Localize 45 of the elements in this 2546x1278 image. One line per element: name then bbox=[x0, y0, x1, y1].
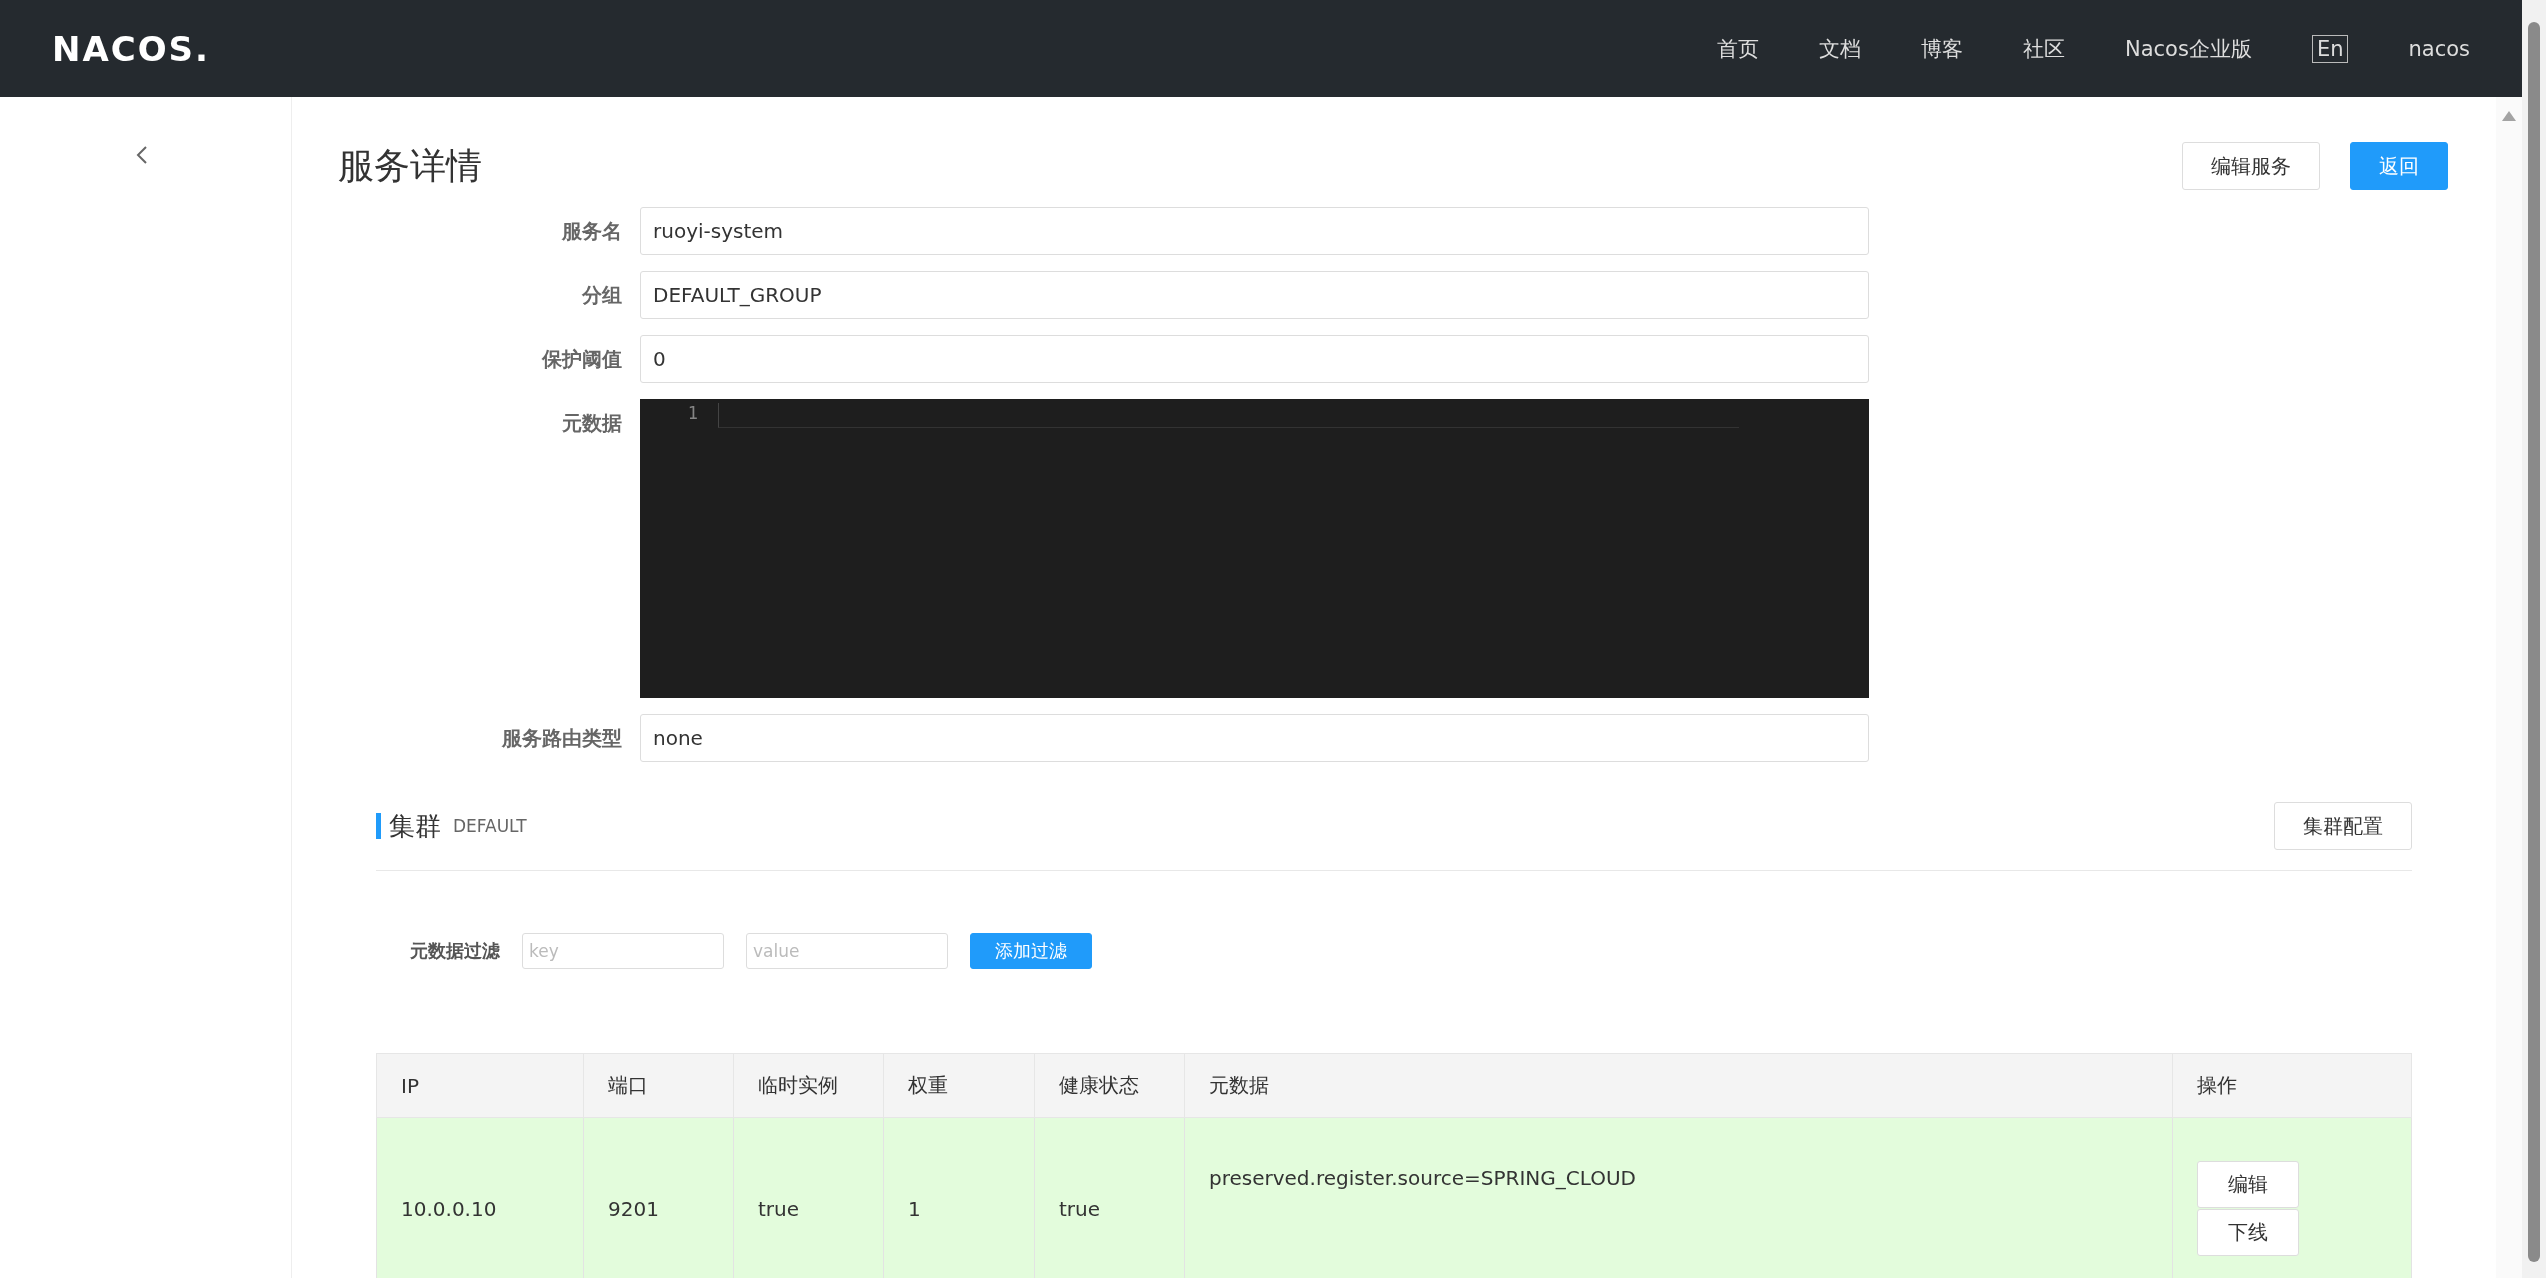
column-header: 端口 bbox=[583, 1053, 734, 1118]
language-button[interactable]: En bbox=[2311, 34, 2349, 63]
section-title: 集群 bbox=[376, 813, 441, 839]
cluster-config-button[interactable]: 集群配置 bbox=[2274, 802, 2412, 850]
scroll-up-arrow-icon[interactable] bbox=[2502, 111, 2516, 121]
collapse-chevron-icon[interactable] bbox=[136, 145, 148, 165]
column-header: 元数据 bbox=[1184, 1053, 2173, 1118]
column-header: 健康状态 bbox=[1034, 1053, 1185, 1118]
nav-link[interactable]: Nacos企业版 bbox=[2125, 34, 2252, 63]
table-cell: 9201 bbox=[583, 1117, 734, 1278]
column-header: 临时实例 bbox=[733, 1053, 884, 1118]
table-cell: true bbox=[1034, 1117, 1185, 1278]
input-field[interactable]: ruoyi-system bbox=[640, 207, 1869, 255]
page-title: 服务详情 bbox=[338, 143, 482, 188]
table-cell: 10.0.0.10 bbox=[376, 1117, 584, 1278]
field-label: 分组 bbox=[581, 282, 622, 309]
input-field[interactable]: DEFAULT_GROUP bbox=[640, 271, 1869, 319]
edit-button[interactable]: 编辑 bbox=[2197, 1161, 2299, 1208]
table-cell: true bbox=[733, 1117, 884, 1278]
scrollbar-thumb[interactable] bbox=[2528, 22, 2540, 1262]
input-field[interactable]: none bbox=[640, 714, 1869, 762]
nav-link[interactable]: 文档 bbox=[1819, 34, 1861, 63]
code-editor[interactable]: 1 bbox=[640, 399, 1869, 698]
cluster-name: DEFAULT bbox=[453, 816, 527, 836]
edit-service-button[interactable]: 编辑服务 bbox=[2182, 142, 2320, 190]
nav-link[interactable]: 社区 bbox=[2023, 34, 2065, 63]
input-field[interactable]: 0 bbox=[640, 335, 1869, 383]
offline-button[interactable]: 下线 bbox=[2197, 1209, 2299, 1256]
field-label: 服务路由类型 bbox=[500, 725, 622, 752]
logo[interactable]: NACOS. bbox=[52, 28, 211, 69]
line-number: 1 bbox=[686, 402, 698, 423]
table-cell: preserved.register.source=SPRING_CLOUD bbox=[1184, 1117, 2173, 1278]
field-label: 保护阈值 bbox=[541, 346, 622, 373]
user-menu[interactable]: nacos bbox=[2408, 36, 2470, 61]
table-cell: 1 bbox=[883, 1117, 1035, 1278]
nav-link[interactable]: 首页 bbox=[1717, 34, 1759, 63]
field-label: 元数据 bbox=[561, 410, 622, 437]
column-header: 权重 bbox=[883, 1053, 1035, 1118]
filter-label: 元数据过滤 bbox=[410, 939, 500, 963]
column-header: 操作 bbox=[2172, 1053, 2412, 1118]
value-input-field[interactable]: value bbox=[746, 933, 948, 969]
key-input-field[interactable]: key bbox=[522, 933, 724, 969]
field-label: 服务名 bbox=[560, 218, 622, 245]
column-header: IP bbox=[376, 1053, 584, 1118]
nav-link[interactable]: 博客 bbox=[1921, 34, 1963, 63]
